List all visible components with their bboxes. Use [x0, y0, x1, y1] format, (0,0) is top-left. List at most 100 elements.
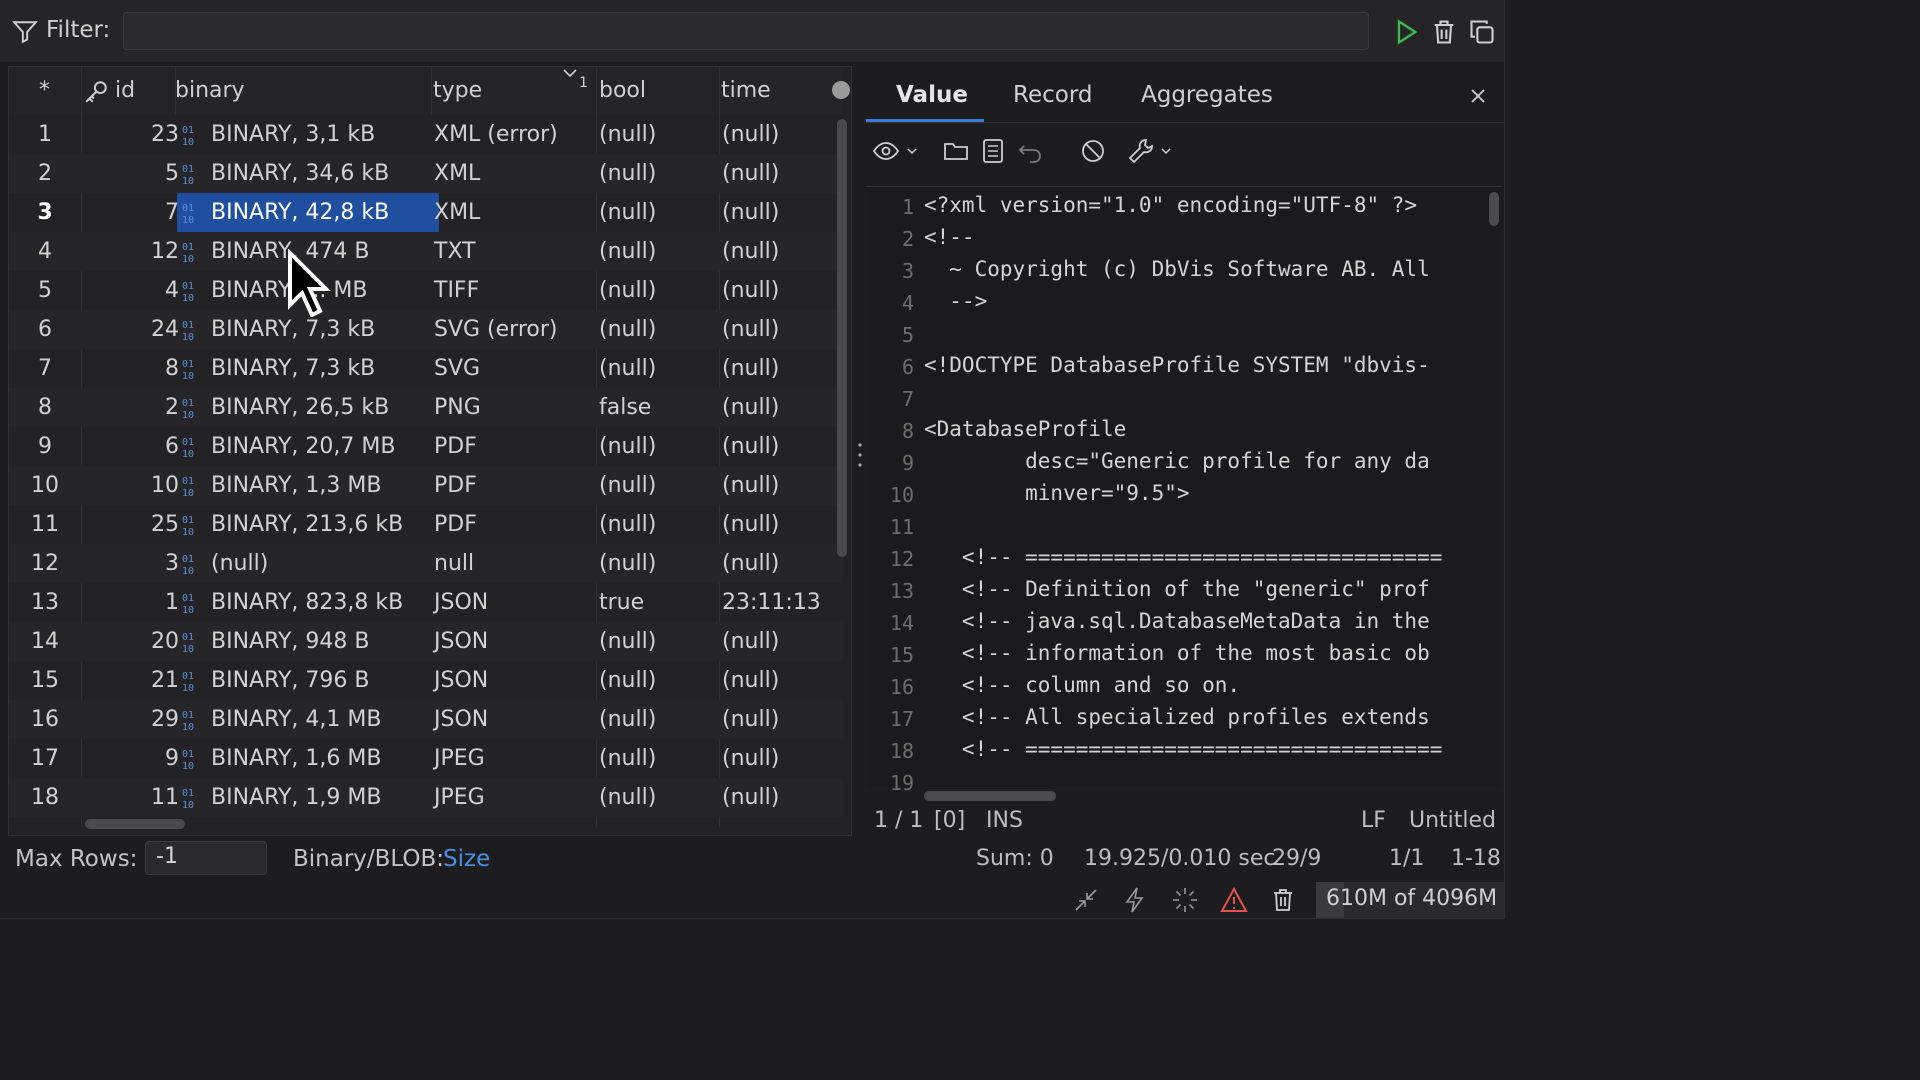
cell-binary[interactable]: BINARY, 7,3 kB — [211, 356, 375, 381]
row-number[interactable]: 18 — [9, 785, 81, 810]
column-options-dot[interactable] — [832, 81, 850, 99]
cell-binary[interactable]: BINARY, 796 B — [211, 668, 369, 693]
cell-id[interactable]: 1 — [81, 590, 179, 615]
value-editor[interactable]: 1 <?xml version="1.0" encoding="UTF-8" ?>… — [866, 186, 1502, 801]
row-number[interactable]: 7 — [9, 356, 81, 381]
table-row[interactable]: 3 7 01 10 BINARY, 42,8 kB XML (null) (null) — [9, 193, 843, 232]
trash-icon[interactable] — [1430, 18, 1458, 46]
cell-time[interactable]: 23:11:13 — [722, 590, 821, 615]
cell-time[interactable]: (null) — [722, 707, 779, 732]
cell-id[interactable]: 4 — [81, 278, 179, 303]
cell-id[interactable]: 6 — [81, 434, 179, 459]
header-rownum[interactable]: * — [39, 78, 50, 103]
cell-time[interactable]: (null) — [722, 200, 779, 225]
cell-type[interactable]: JSON — [434, 668, 488, 693]
cell-bool[interactable]: (null) — [599, 668, 656, 693]
cell-binary[interactable]: BINARY, 213,6 kB — [211, 512, 403, 537]
row-number[interactable]: 14 — [9, 629, 81, 654]
save-icon[interactable] — [978, 136, 1008, 166]
row-number[interactable]: 10 — [9, 473, 81, 498]
row-number[interactable]: 9 — [9, 434, 81, 459]
row-number[interactable]: 16 — [9, 707, 81, 732]
header-binary[interactable]: binary — [175, 78, 245, 103]
code-line[interactable]: <!-- information of the most basic ob — [924, 641, 1430, 665]
open-folder-icon[interactable] — [942, 136, 972, 166]
warning-icon[interactable] — [1219, 885, 1249, 915]
cell-time[interactable]: (null) — [722, 785, 779, 810]
splitter-handle[interactable] — [858, 440, 862, 470]
cell-type[interactable]: null — [434, 551, 474, 576]
cell-time[interactable]: (null) — [722, 746, 779, 771]
editor-horizontal-scrollbar[interactable] — [924, 791, 1056, 801]
cell-type[interactable]: JPEG — [434, 785, 485, 810]
cell-type[interactable]: SVG (error) — [434, 317, 557, 342]
cell-type[interactable]: TIFF — [434, 278, 479, 303]
cell-binary[interactable]: BINARY, 26,5 kB — [211, 395, 389, 420]
cell-id[interactable]: 2 — [81, 395, 179, 420]
cell-time[interactable]: (null) — [722, 278, 779, 303]
insert-mode[interactable]: INS — [986, 808, 1023, 833]
cell-time[interactable]: (null) — [722, 239, 779, 264]
row-number[interactable]: 5 — [9, 278, 81, 303]
row-number[interactable]: 4 — [9, 239, 81, 264]
table-row[interactable]: 7 8 01 10 BINARY, 7,3 kB SVG (null) (null) — [9, 349, 843, 388]
cell-type[interactable]: PDF — [434, 434, 477, 459]
cell-time[interactable]: (null) — [722, 512, 779, 537]
cell-time[interactable]: (null) — [722, 668, 779, 693]
table-row[interactable]: 14 20 01 10 BINARY, 948 B JSON (null) (null) — [9, 622, 843, 661]
cell-binary[interactable]: BINARY, 7,3 kB — [211, 317, 375, 342]
cell-binary[interactable]: BINARY, 34,6 kB — [211, 161, 389, 186]
table-row[interactable]: 15 21 01 10 BINARY, 796 B JSON (null) (null) — [9, 661, 843, 700]
table-row[interactable]: 8 2 01 10 BINARY, 26,5 kB PNG false (null) — [9, 388, 843, 427]
cell-binary[interactable]: BINARY, 823,8 kB — [211, 590, 403, 615]
table-row[interactable]: 13 1 01 10 BINARY, 823,8 kB JSON true 23:11:13 — [9, 583, 843, 622]
row-number[interactable]: 8 — [9, 395, 81, 420]
cell-id[interactable]: 9 — [81, 746, 179, 771]
code-line[interactable]: <!-- column and so on. — [924, 673, 1240, 697]
header-time[interactable]: time — [721, 78, 771, 103]
cell-bool[interactable]: (null) — [599, 161, 656, 186]
editor-vertical-scrollbar[interactable] — [1489, 192, 1499, 226]
trash-icon[interactable] — [1268, 885, 1298, 915]
cell-type[interactable]: JPEG — [434, 746, 485, 771]
code-line[interactable]: minver="9.5"> — [924, 481, 1189, 505]
chevron-down-icon[interactable] — [1160, 146, 1172, 156]
cell-bool[interactable]: (null) — [599, 512, 656, 537]
table-row[interactable]: 2 5 01 10 BINARY, 34,6 kB XML (null) (null) — [9, 154, 843, 193]
cell-bool[interactable]: (null) — [599, 356, 656, 381]
code-line[interactable]: <DatabaseProfile — [924, 417, 1126, 441]
cell-bool[interactable]: (null) — [599, 434, 656, 459]
cell-id[interactable]: 20 — [81, 629, 179, 654]
cell-type[interactable]: XML — [434, 200, 480, 225]
row-number[interactable]: 2 — [9, 161, 81, 186]
code-line[interactable]: <!-- ================================= — [924, 545, 1442, 569]
table-row[interactable]: 9 6 01 10 BINARY, 20,7 MB PDF (null) (null) — [9, 427, 843, 466]
cell-time[interactable]: (null) — [722, 395, 779, 420]
cell-type[interactable]: XML — [434, 161, 480, 186]
cell-binary[interactable]: BINARY, 1,3 MB — [211, 473, 381, 498]
cell-time[interactable]: (null) — [722, 317, 779, 342]
cell-type[interactable]: TXT — [434, 239, 476, 264]
eye-icon[interactable] — [872, 136, 902, 166]
code-line[interactable]: <!-- java.sql.DatabaseMetaData in the — [924, 609, 1430, 633]
cell-id[interactable]: 21 — [81, 668, 179, 693]
collapse-icon[interactable] — [1071, 885, 1101, 915]
cell-time[interactable]: (null) — [722, 356, 779, 381]
binary-blob-size-link[interactable]: Size — [443, 846, 490, 872]
filter-input[interactable] — [123, 12, 1369, 50]
cell-bool[interactable]: true — [599, 590, 644, 615]
cell-time[interactable]: (null) — [722, 122, 779, 147]
cell-bool[interactable]: (null) — [599, 707, 656, 732]
table-row[interactable]: 540110BINARY, ... MBTIFF(null)(null) — [9, 271, 843, 310]
cell-type[interactable]: PDF — [434, 473, 477, 498]
cell-type[interactable]: JSON — [434, 590, 488, 615]
cell-type[interactable]: PNG — [434, 395, 481, 420]
header-bool[interactable]: bool — [599, 78, 646, 103]
undo-icon[interactable] — [1016, 136, 1046, 166]
no-wrap-icon[interactable] — [1078, 136, 1108, 166]
table-row[interactable]: 4 12 01 10 BINARY, 474 B TXT (null) (null) — [9, 232, 843, 271]
row-number[interactable]: 13 — [9, 590, 81, 615]
cell-type[interactable]: XML (error) — [434, 122, 558, 147]
cell-type[interactable]: JSON — [434, 629, 488, 654]
cell-bool[interactable]: (null) — [599, 551, 656, 576]
